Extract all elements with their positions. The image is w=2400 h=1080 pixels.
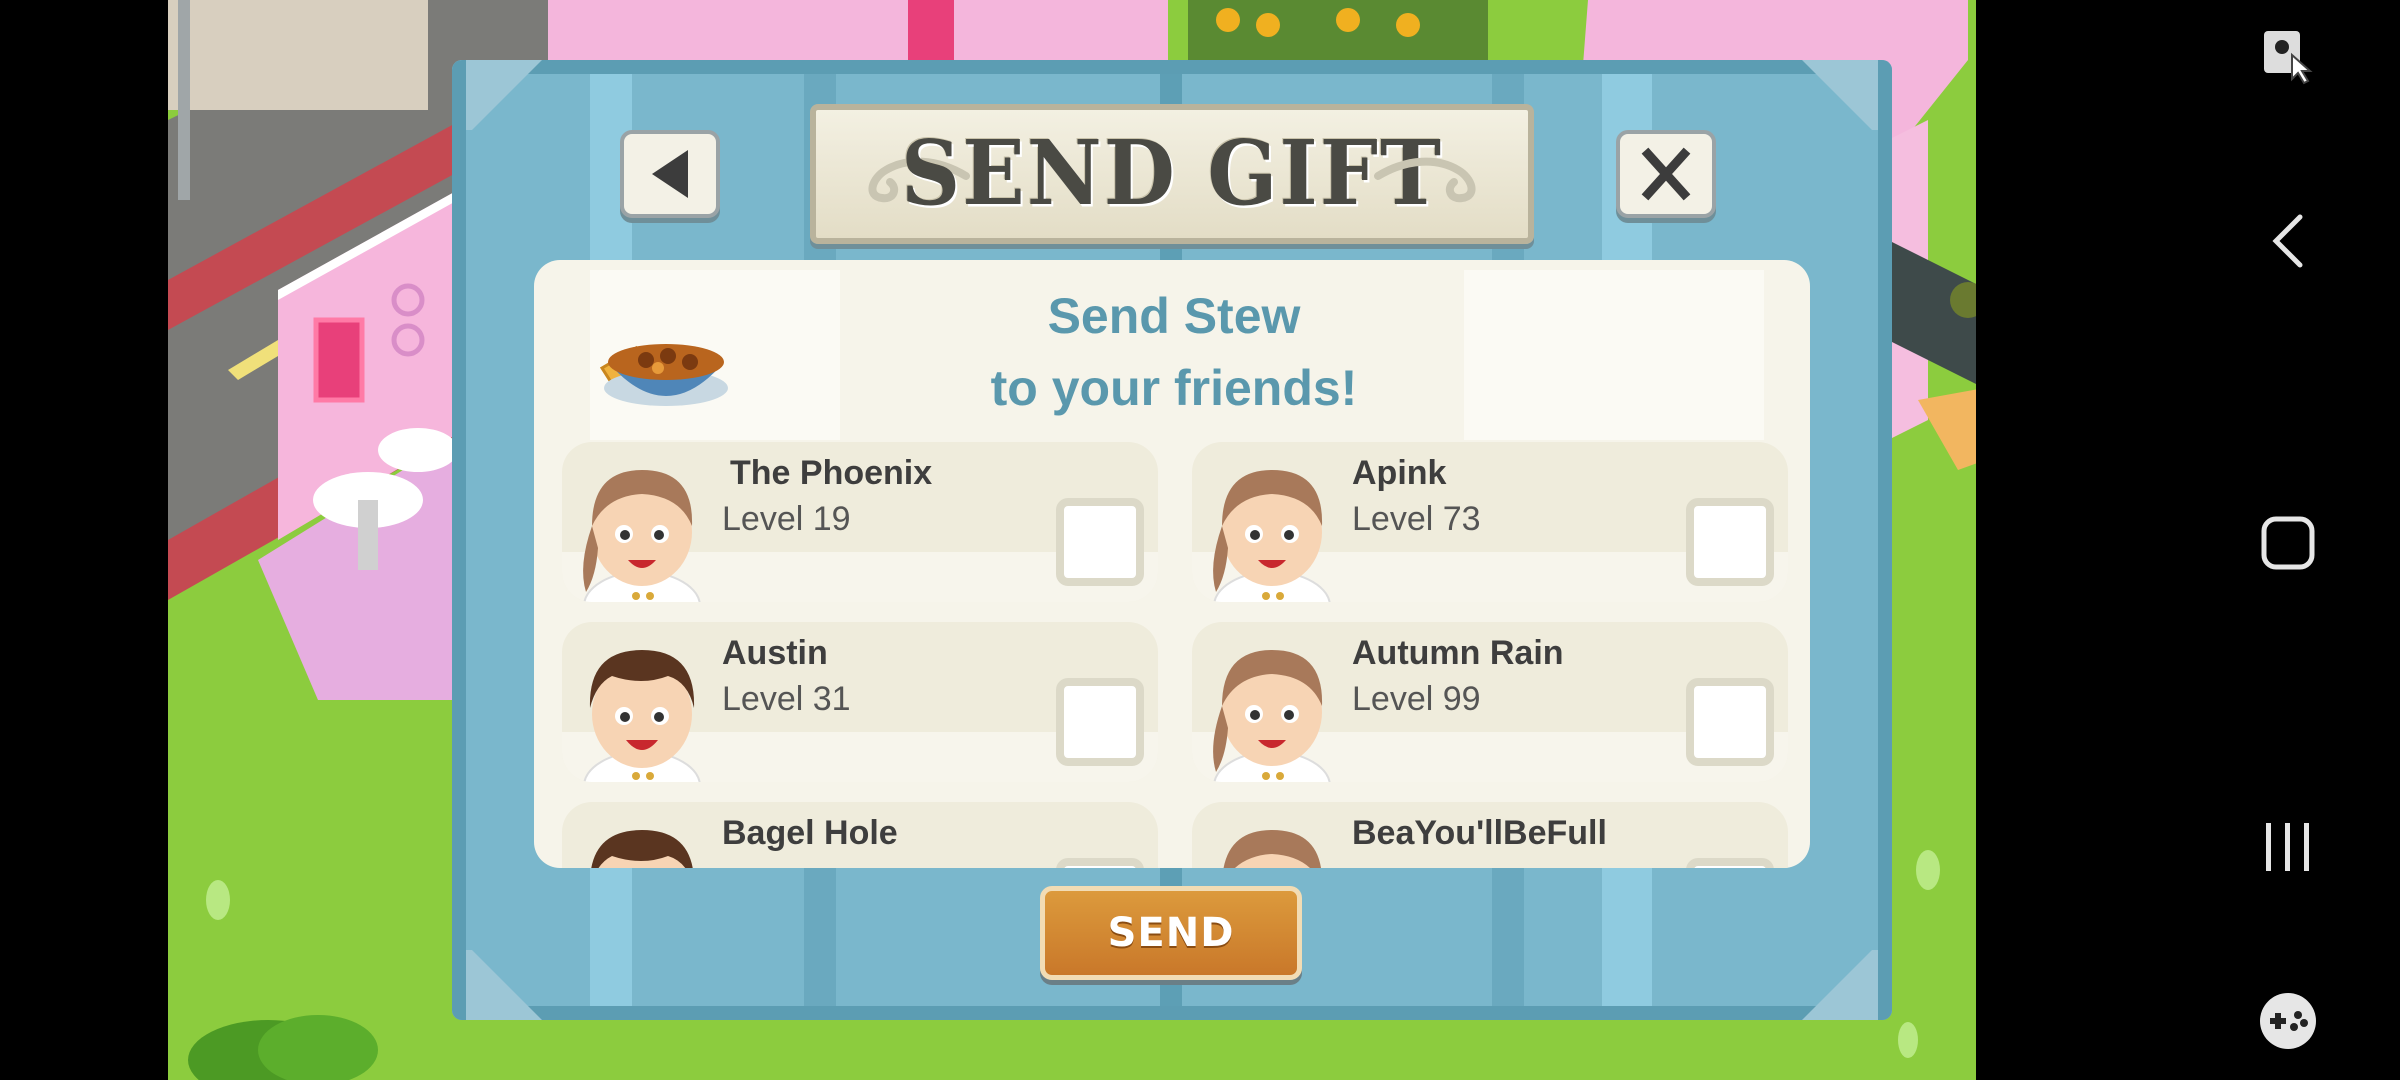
system-navigation-bar (2176, 0, 2400, 1080)
chef-girl-avatar (583, 470, 701, 602)
friend-name: Apink (1352, 454, 1447, 492)
back-nav-button[interactable] (2176, 186, 2400, 296)
dialog-title: SEND GIFT (901, 122, 1443, 226)
friend-card[interactable]: Autumn Rain Level 99 (1192, 622, 1788, 782)
friend-name: BeaYou'llBeFull (1352, 814, 1607, 852)
recents-nav-button[interactable] (2176, 792, 2400, 902)
friend-level: Level 99 (1352, 680, 1481, 718)
game-tools-icon (2260, 993, 2316, 1049)
game-tools-button[interactable] (2176, 966, 2400, 1076)
friend-level: Level 19 (722, 500, 851, 538)
heading-line-1: Send Stew (1047, 288, 1301, 344)
friend-select-checkbox[interactable] (1686, 678, 1774, 766)
friend-select-checkbox[interactable] (1686, 498, 1774, 586)
friend-name: The Phoenix (730, 454, 933, 492)
send-gift-dialog: SEND GIFT Send Stew to your friends! The… (452, 60, 1892, 1020)
chef-boy-avatar (591, 830, 693, 868)
friend-select-checkbox[interactable] (1056, 858, 1144, 868)
gift-heading: Send Stew to your friends! (884, 280, 1464, 424)
game-scene: SEND GIFT Send Stew to your friends! The… (168, 0, 1976, 1080)
friends-panel: Send Stew to your friends! The Phoenix L… (534, 260, 1810, 868)
screen-lock-icon (2264, 31, 2313, 85)
heading-line-2: to your friends! (990, 360, 1358, 416)
recents-icon (2266, 823, 2309, 871)
friend-select-checkbox[interactable] (1686, 858, 1774, 868)
flourish-right-icon (1374, 157, 1476, 203)
back-chevron-icon (2272, 214, 2303, 268)
friend-card[interactable]: Apink Level 73 (1192, 442, 1788, 602)
chef-boy-avatar (583, 650, 701, 782)
stew-bowl-icon (599, 344, 728, 406)
chef-girl-avatar (1223, 830, 1321, 868)
back-button[interactable] (620, 130, 720, 218)
x-icon (1641, 147, 1691, 201)
friend-card[interactable]: The Phoenix Level 19 (562, 442, 1158, 602)
friend-select-checkbox[interactable] (1056, 678, 1144, 766)
home-nav-button[interactable] (2176, 488, 2400, 598)
triangle-left-icon (652, 150, 688, 198)
friend-select-checkbox[interactable] (1056, 498, 1144, 586)
friend-name: Austin (722, 634, 828, 672)
screen-lock-button[interactable] (2176, 0, 2400, 110)
home-square-icon (2261, 516, 2315, 570)
friend-name: Bagel Hole (722, 814, 898, 852)
send-button[interactable]: SEND (1040, 886, 1302, 980)
friend-card[interactable]: Austin Level 31 (562, 622, 1158, 782)
title-plate: SEND GIFT (810, 104, 1534, 244)
chef-girl-avatar (1213, 650, 1331, 782)
friend-card[interactable]: Bagel Hole (562, 802, 1158, 868)
friend-card[interactable]: BeaYou'llBeFull (1192, 802, 1788, 868)
friend-level: Level 73 (1352, 500, 1481, 538)
close-button[interactable] (1616, 130, 1716, 218)
friend-level: Level 31 (722, 680, 851, 718)
friend-name: Autumn Rain (1352, 634, 1564, 672)
panel-strip (1464, 270, 1764, 440)
chef-girl-avatar (1213, 470, 1331, 602)
